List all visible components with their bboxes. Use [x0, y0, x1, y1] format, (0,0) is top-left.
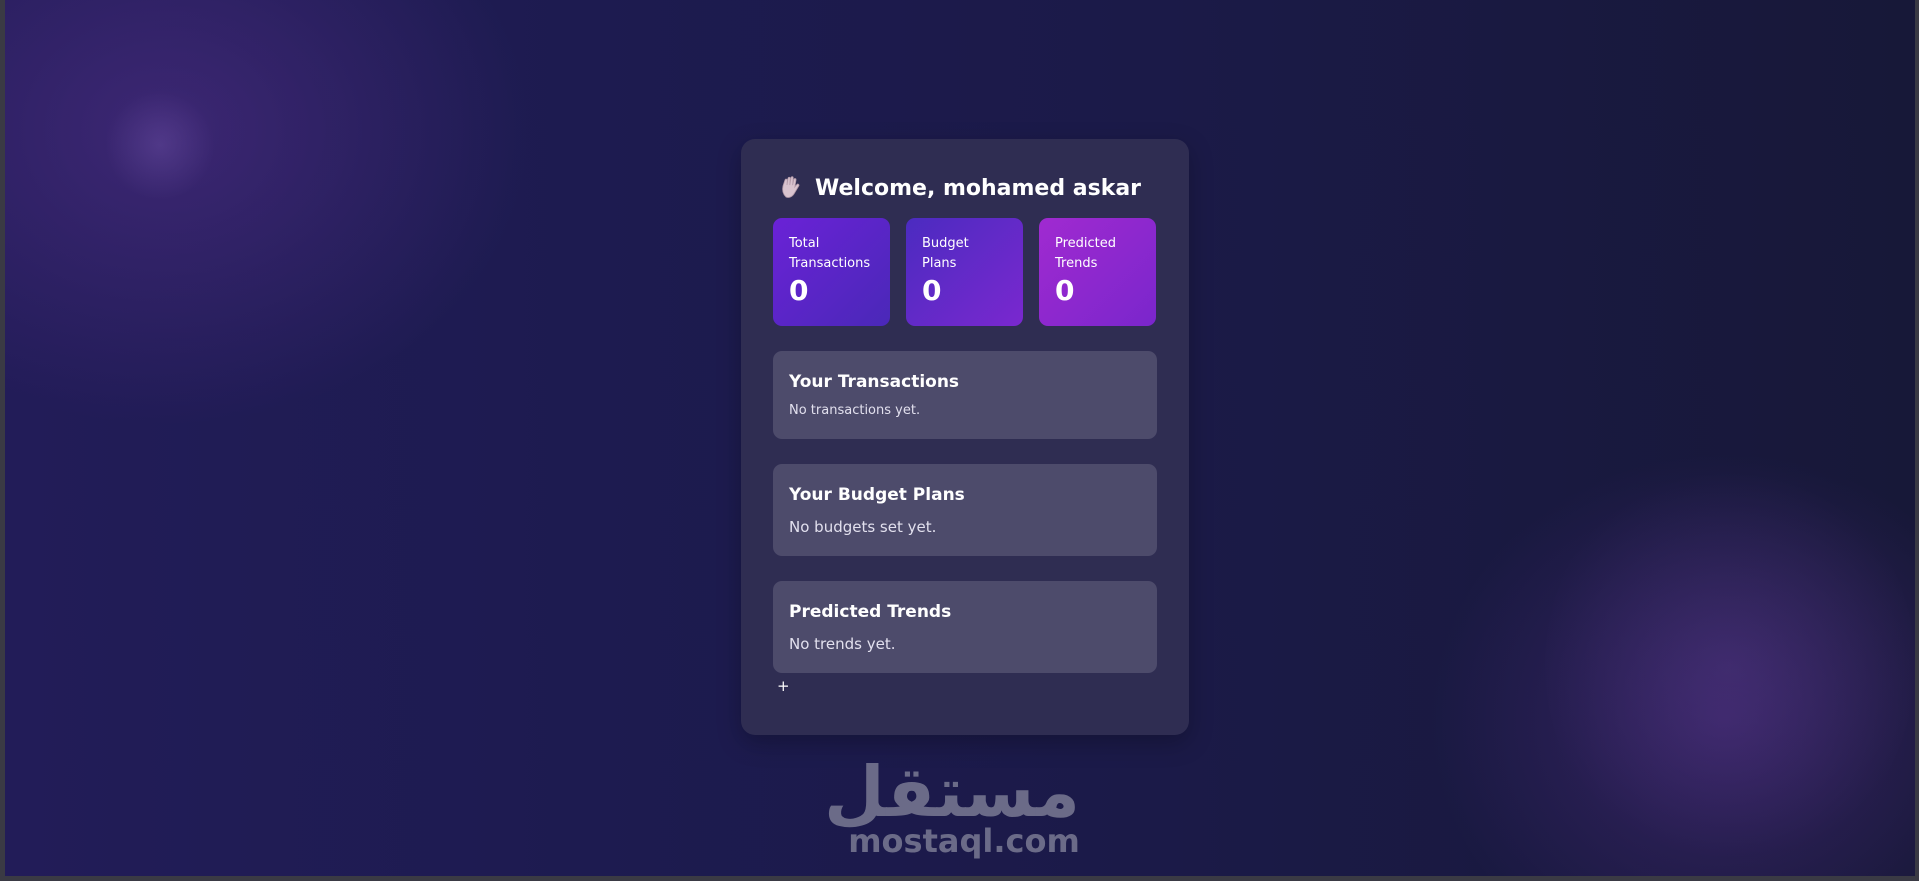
empty-state-text: No trends yet. — [789, 635, 896, 653]
empty-state-text: No transactions yet. — [789, 403, 921, 418]
empty-state-text: No budgets set yet. — [789, 518, 937, 536]
stat-label: Total Transactions — [789, 236, 871, 271]
section-title: Your Budget Plans — [789, 485, 965, 505]
trends-section: Predicted Trends No trends yet. — [773, 581, 1157, 673]
stat-card-budget-plans[interactable]: Budget Plans 0 — [906, 218, 1023, 326]
stat-label: Predicted Trends — [1055, 236, 1117, 271]
dashboard-card: Welcome, mohamed askar Total Transaction… — [741, 139, 1189, 735]
stat-card-total-transactions[interactable]: Total Transactions 0 — [773, 218, 890, 326]
stat-value: 0 — [789, 274, 809, 307]
section-title: Predicted Trends — [789, 602, 952, 622]
stats-row: Total Transactions 0 Budget Plans 0 Pred… — [773, 218, 1157, 326]
transactions-section: Your Transactions No transactions yet. — [773, 351, 1157, 439]
section-title: Your Transactions — [789, 372, 960, 392]
watermark-arabic: مستقل — [823, 751, 1080, 833]
budgets-section: Your Budget Plans No budgets set yet. — [773, 464, 1157, 556]
app-background: Welcome, mohamed askar Total Transaction… — [5, 0, 1915, 876]
stat-value: 0 — [1055, 274, 1075, 307]
stat-card-predicted-trends[interactable]: Predicted Trends 0 — [1039, 218, 1156, 326]
welcome-text: Welcome, mohamed askar — [815, 175, 1142, 201]
watermark-latin: mostaql.com — [848, 822, 1080, 860]
add-button[interactable]: + — [777, 677, 790, 695]
stat-label: Budget Plans — [922, 236, 969, 271]
background-glow — [105, 90, 215, 200]
waving-hand-icon — [777, 175, 807, 201]
watermark-logo: مستقل mostaql.com — [823, 751, 1080, 860]
welcome-heading: Welcome, mohamed askar — [773, 171, 1157, 205]
stat-value: 0 — [922, 274, 942, 307]
background-glow — [1545, 460, 1915, 870]
